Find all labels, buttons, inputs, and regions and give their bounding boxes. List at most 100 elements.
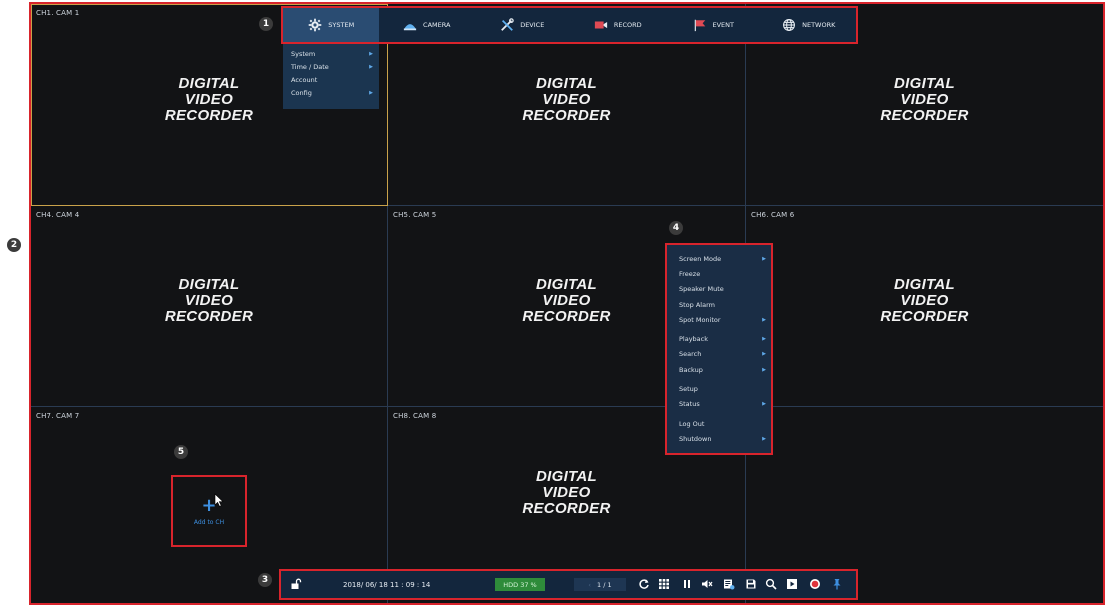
ctx-stop-alarm[interactable]: Stop Alarm [667,297,771,312]
playback-icon[interactable] [785,577,799,591]
datetime-display: 2018/ 06/ 18 11 : 09 : 14 [343,580,431,589]
page-indicator: ‹ 1 / 1 [574,578,626,591]
system-menu-item-config[interactable]: Config ▶ [283,86,379,99]
ctx-status[interactable]: Status ▶ [667,397,771,412]
menu-camera-label: CAMERA [423,21,451,29]
system-dropdown: System ▶ Time / Date ▶ Account Config ▶ [283,44,379,109]
chevron-right-icon: ▶ [369,89,373,96]
gear-icon [308,18,322,32]
status-bar: 2018/ 06/ 18 11 : 09 : 14 HDD 37 % ‹ 1 /… [279,569,858,600]
record-icon [594,21,607,29]
unlock-icon[interactable] [289,577,303,591]
page-prev-icon[interactable]: ‹ [588,581,591,589]
ctx-item-label: Log Out [679,419,705,428]
globe-icon [783,19,796,31]
marker-1-badge: 1 [259,17,273,31]
menu-network[interactable]: NETWORK [761,8,857,42]
main-menu-bar: SYSTEM CAMERA DEVICE RECORD EVENT NETWOR… [281,6,858,44]
system-menu-item-system[interactable]: System ▶ [283,47,379,60]
ctx-item-label: Playback [679,335,709,344]
camera-logo: DIGITAL VIDEO RECORDER [880,276,969,326]
tools-icon [501,18,514,31]
menu-record[interactable]: RECORD [570,8,666,42]
camera-label: CH8. CAM 8 [393,412,437,420]
ctx-playback[interactable]: Playback ▶ [667,331,771,346]
camera-cell-4[interactable]: CH4. CAM 4 DIGITAL VIDEO RECORDER [31,206,388,407]
save-icon[interactable] [744,577,758,591]
ctx-search[interactable]: Search ▶ [667,347,771,362]
record-button-icon[interactable] [808,577,822,591]
menu-record-label: RECORD [613,21,642,29]
ctx-item-label: Setup [679,385,698,394]
ctx-item-label: Stop Alarm [679,300,715,309]
system-menu-item-label: Config [291,88,312,97]
page-indicator-label: 1 / 1 [597,580,612,589]
ctx-item-label: Speaker Mute [679,285,724,294]
camera-logo: DIGITAL VIDEO RECORDER [880,74,969,124]
camera-cell-6[interactable]: CH6. CAM 6 DIGITAL VIDEO RECORDER [746,206,1103,407]
ctx-item-label: Freeze [679,269,701,278]
menu-event-label: EVENT [712,21,735,29]
chevron-right-icon: ▶ [762,435,766,442]
marker-3-badge: 3 [258,573,272,587]
ctx-item-label: Spot Monitor [679,315,721,324]
camera-label: CH6. CAM 6 [751,211,795,219]
menu-system[interactable]: SYSTEM [283,8,379,42]
flag-icon [694,19,705,32]
camera-label: CH1. CAM 1 [36,9,80,17]
ctx-shutdown[interactable]: Shutdown ▶ [667,431,771,446]
camera-logo: DIGITAL VIDEO RECORDER [164,276,254,326]
chevron-right-icon: ▶ [762,351,766,358]
ctx-setup[interactable]: Setup [667,381,771,396]
add-to-channel-label: Add to CH [193,518,225,526]
menu-event[interactable]: EVENT [665,8,761,42]
camera-label: CH4. CAM 4 [36,211,80,219]
system-menu-item-time-date[interactable]: Time / Date ▶ [283,60,379,73]
marker-2-badge: 2 [7,238,21,252]
camera-logo: DIGITAL VIDEO RECORDER [522,74,611,124]
chevron-right-icon: ▶ [369,63,373,70]
chevron-right-icon: ▶ [369,50,373,57]
system-menu-item-label: Account [291,75,318,84]
system-menu-item-label: Time / Date [291,62,329,71]
dvr-screen: CH1. CAM 1 DIGITAL VIDEO RECORDER DIGITAL V… [0,0,1107,607]
camera-logo: DIGITAL VIDEO RECORDER [522,468,611,517]
system-menu-item-account[interactable]: Account [283,73,379,86]
system-menu-item-label: System [291,49,316,58]
chevron-right-icon: ▶ [762,336,766,343]
pin-icon[interactable] [830,577,844,591]
ctx-item-label: Status [679,400,700,409]
mute-icon[interactable] [700,577,714,591]
grid-icon[interactable] [657,577,671,591]
menu-system-label: SYSTEM [328,21,355,29]
context-menu: Screen Mode ▶ Freeze Speaker Mute Stop Al… [665,243,773,455]
ctx-speaker-mute[interactable]: Speaker Mute [667,282,771,297]
plus-icon: + [201,492,225,515]
ctx-spot-monitor[interactable]: Spot Monitor ▶ [667,312,771,327]
ctx-item-label: Shutdown [679,434,712,443]
ctx-screen-mode[interactable]: Screen Mode ▶ [667,251,771,266]
menu-camera[interactable]: CAMERA [379,8,475,42]
chevron-right-icon: ▶ [762,316,766,323]
cursor-icon [215,492,225,507]
menu-device[interactable]: DEVICE [474,8,570,42]
chevron-right-icon: ▶ [762,255,766,262]
search-icon[interactable] [764,577,778,591]
sequence-icon[interactable] [637,577,651,591]
ctx-backup[interactable]: Backup ▶ [667,362,771,377]
ctx-item-label: Search [679,350,702,359]
ctx-item-label: Screen Mode [679,254,722,263]
camera-icon [403,24,417,31]
pause-icon[interactable] [680,577,694,591]
event-list-icon[interactable] [722,577,736,591]
menu-network-label: NETWORK [802,21,836,29]
ctx-log-out[interactable]: Log Out [667,416,771,431]
marker-5-badge: 5 [174,445,188,459]
add-to-channel-button[interactable]: + Add to CH [171,475,247,547]
hdd-status: HDD 37 % [495,578,545,591]
ctx-freeze[interactable]: Freeze [667,266,771,281]
chevron-right-icon: ▶ [762,366,766,373]
camera-label: CH5. CAM 5 [393,211,437,219]
camera-label: CH7. CAM 7 [36,412,80,420]
menu-device-label: DEVICE [520,21,545,29]
